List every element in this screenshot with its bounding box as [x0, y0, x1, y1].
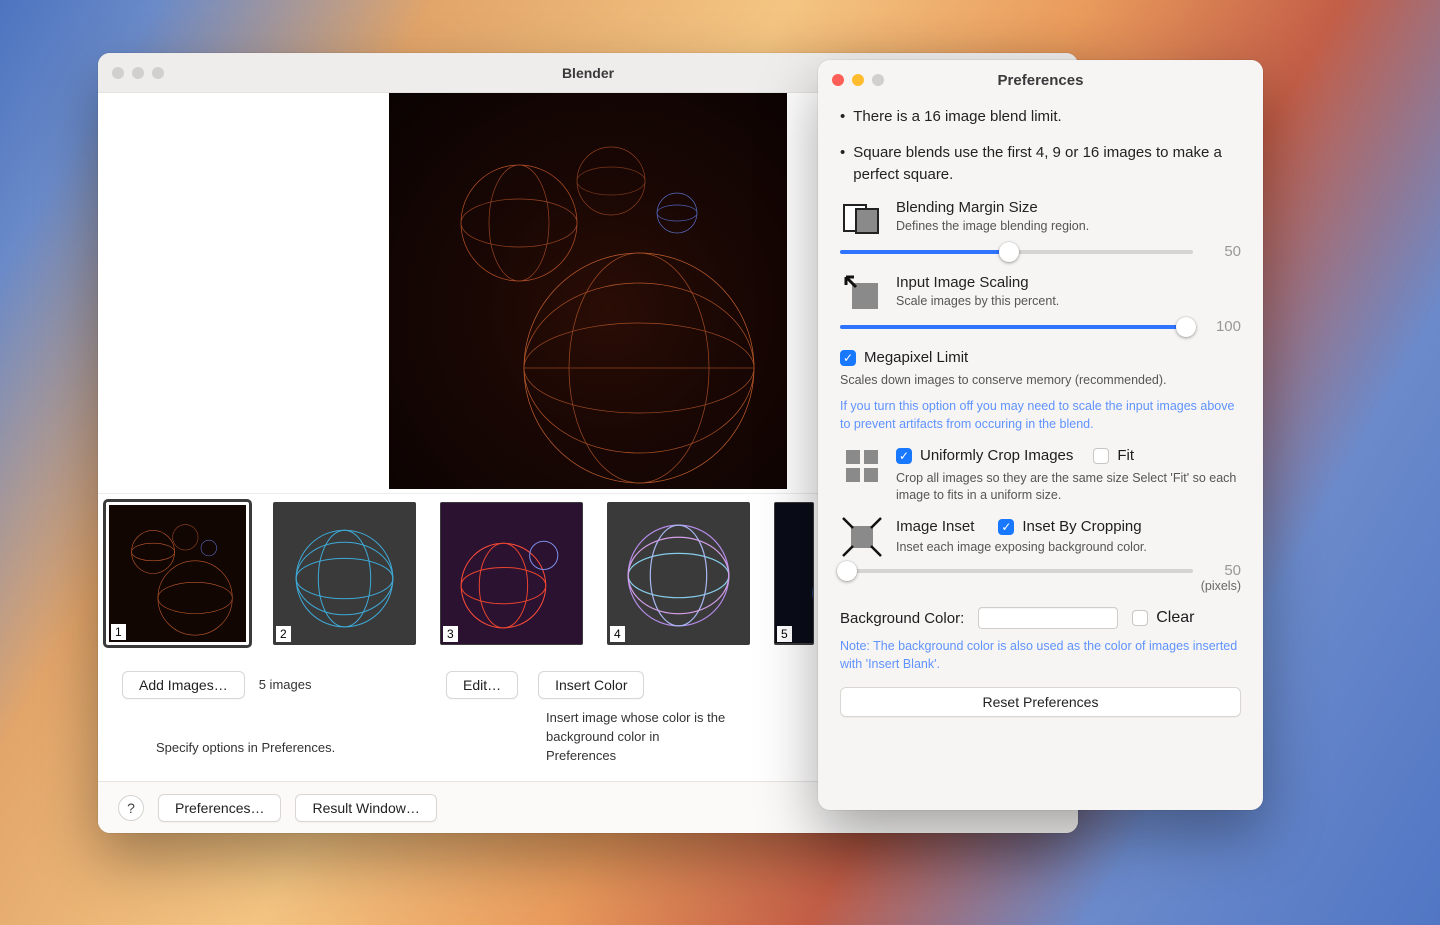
- margin-slider[interactable]: [840, 250, 1193, 254]
- preferences-window: Preferences There is a 16 image blend li…: [818, 60, 1263, 810]
- inset-desc: Inset each image exposing background col…: [896, 539, 1241, 556]
- result-window-button[interactable]: Result Window…: [295, 794, 436, 822]
- bullet-icon: [840, 142, 845, 186]
- inset-icon: [840, 518, 884, 556]
- inset-title: Image Inset: [896, 518, 974, 535]
- thumb-number: 2: [276, 626, 291, 642]
- scaling-title: Input Image Scaling: [896, 274, 1241, 291]
- info-bullet: Square blends use the first 4, 9 or 16 i…: [840, 142, 1241, 186]
- fit-label: Fit: [1117, 447, 1134, 464]
- slider-thumb-icon[interactable]: [1176, 317, 1196, 337]
- crop-label: Uniformly Crop Images: [920, 447, 1073, 464]
- slider-thumb-icon[interactable]: [837, 561, 857, 581]
- inset-crop-label: Inset By Cropping: [1022, 518, 1141, 535]
- inset-value: 50: [1205, 562, 1241, 579]
- inset-crop-checkbox[interactable]: [998, 519, 1014, 535]
- thumb-number: 1: [111, 624, 126, 640]
- crop-icon: [840, 447, 884, 485]
- reset-preferences-button[interactable]: Reset Preferences: [840, 687, 1241, 717]
- margin-value: 50: [1205, 243, 1241, 260]
- traffic-lights-prefs: [832, 74, 884, 86]
- thumbnail-5[interactable]: 5: [774, 502, 814, 645]
- margin-icon: [840, 199, 884, 237]
- inset-slider[interactable]: [840, 569, 1193, 573]
- scaling-slider[interactable]: [840, 325, 1193, 329]
- inset-unit: (pixels): [840, 579, 1241, 593]
- megapixel-warning: If you turn this option off you may need…: [840, 397, 1241, 433]
- maximize-icon[interactable]: [152, 67, 164, 79]
- insert-hint: Insert image whose color is the backgrou…: [546, 709, 730, 766]
- scaling-icon: [840, 274, 884, 312]
- megapixel-label: Megapixel Limit: [864, 349, 968, 366]
- minimize-icon[interactable]: [132, 67, 144, 79]
- add-images-button[interactable]: Add Images…: [122, 671, 245, 699]
- bg-clear-label: Clear: [1156, 609, 1194, 627]
- megapixel-checkbox[interactable]: [840, 350, 856, 366]
- thumb-number: 3: [443, 626, 458, 642]
- insert-color-button[interactable]: Insert Color: [538, 671, 644, 699]
- thumb-number: 5: [777, 626, 792, 642]
- slider-thumb-icon[interactable]: [999, 242, 1019, 262]
- fit-checkbox[interactable]: [1093, 448, 1109, 464]
- minimize-icon[interactable]: [852, 74, 864, 86]
- prefs-title: Preferences: [818, 72, 1263, 89]
- scaling-desc: Scale images by this percent.: [896, 293, 1241, 310]
- edit-button[interactable]: Edit…: [446, 671, 518, 699]
- thumbnail-4[interactable]: 4: [607, 502, 750, 645]
- thumb-number: 4: [610, 626, 625, 642]
- bullet-icon: [840, 106, 845, 128]
- image-count-label: 5 images: [259, 676, 312, 695]
- margin-title: Blending Margin Size: [896, 199, 1241, 216]
- preview-wireframe-icon: [389, 93, 787, 489]
- bg-label: Background Color:: [840, 610, 964, 627]
- thumbnail-3[interactable]: 3: [440, 502, 583, 645]
- thumbnail-2[interactable]: 2: [273, 502, 416, 645]
- scaling-value: 100: [1205, 318, 1241, 335]
- crop-checkbox[interactable]: [896, 448, 912, 464]
- traffic-lights-main: [112, 67, 164, 79]
- bg-clear-checkbox[interactable]: [1132, 610, 1148, 626]
- info-bullet: There is a 16 image blend limit.: [840, 106, 1241, 128]
- margin-desc: Defines the image blending region.: [896, 218, 1241, 235]
- specify-hint: Specify options in Preferences.: [156, 739, 406, 758]
- help-button[interactable]: ?: [118, 795, 144, 821]
- preferences-button[interactable]: Preferences…: [158, 794, 281, 822]
- close-icon[interactable]: [832, 74, 844, 86]
- bg-note: Note: The background color is also used …: [840, 637, 1241, 673]
- thumbnail-1[interactable]: 1: [106, 502, 249, 645]
- maximize-icon[interactable]: [872, 74, 884, 86]
- megapixel-desc: Scales down images to conserve memory (r…: [840, 372, 1241, 389]
- crop-desc: Crop all images so they are the same siz…: [896, 470, 1241, 504]
- prefs-titlebar[interactable]: Preferences: [818, 60, 1263, 100]
- close-icon[interactable]: [112, 67, 124, 79]
- preview-image: [389, 93, 787, 489]
- bg-color-swatch[interactable]: [978, 607, 1118, 629]
